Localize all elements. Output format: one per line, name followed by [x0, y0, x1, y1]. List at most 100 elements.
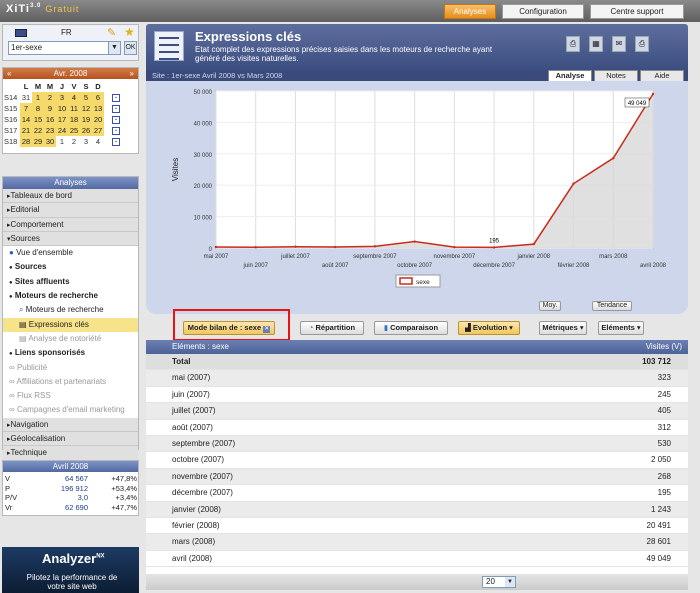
calendar-day[interactable]: 20	[92, 114, 104, 125]
language-label[interactable]: FR	[61, 28, 72, 37]
metriques-dropdown[interactable]: Métriques ▾	[539, 321, 587, 335]
sidebar-item[interactable]: ∞ Campagnes d'email marketing	[3, 403, 138, 418]
print-icon[interactable]: ⎙	[635, 36, 649, 52]
table-row[interactable]: septembre (2007) 530	[146, 435, 688, 453]
sidebar-item[interactable]: Editorial	[3, 203, 138, 218]
column-elements[interactable]: Eléments : sexe	[172, 340, 229, 354]
email-icon[interactable]: ✉	[612, 36, 626, 52]
sidebar-item[interactable]: ● Sources	[3, 260, 138, 275]
sidebar-item[interactable]: Comportement	[3, 217, 138, 232]
elements-dropdown[interactable]: Eléments ▾	[598, 321, 644, 335]
calendar-day[interactable]: 31	[20, 92, 32, 103]
calendar-day[interactable]: 5	[80, 92, 92, 103]
calendar-day[interactable]: 13	[92, 103, 104, 114]
calendar-day[interactable]: 10	[56, 103, 68, 114]
table-row[interactable]: octobre (2007) 2 050	[146, 452, 688, 469]
table-row[interactable]: décembre (2007) 195	[146, 485, 688, 502]
star-icon[interactable]: ★	[124, 25, 135, 39]
site-select[interactable]: 1er-sexe ▼	[8, 41, 121, 55]
calendar-day[interactable]: 12	[80, 103, 92, 114]
week-number[interactable]: S18	[4, 136, 20, 147]
sidebar-item[interactable]: Navigation	[3, 417, 138, 433]
ok-button[interactable]: OK	[124, 41, 137, 55]
calendar-day[interactable]: 4	[92, 136, 104, 147]
topnav-analyses[interactable]: Analyses	[444, 4, 496, 19]
calendar-day[interactable]: 11	[68, 103, 80, 114]
sidebar-item[interactable]: Tableaux de bord	[3, 189, 138, 204]
xiti-logo[interactable]: XiTi3.0 Gratuit	[6, 3, 79, 15]
table-row[interactable]: novembre (2007) 268	[146, 468, 688, 486]
calendar-day[interactable]: 8	[32, 103, 44, 114]
calendar-day[interactable]: 21	[20, 125, 32, 136]
calendar-day[interactable]: 14	[20, 114, 32, 125]
week-number[interactable]: S16	[4, 114, 20, 125]
calendar-day[interactable]: 30	[44, 136, 56, 147]
average-button[interactable]: Moy.	[539, 301, 561, 311]
calendar-day[interactable]: 1	[56, 136, 68, 147]
chevron-down-icon[interactable]: ▼	[108, 42, 120, 54]
calendar-day[interactable]: 29	[32, 136, 44, 147]
calendar-day[interactable]: 28	[20, 136, 32, 147]
calendar-day[interactable]: 6	[92, 92, 104, 103]
table-row[interactable]: août (2007) 312	[146, 420, 688, 436]
week-select-icon[interactable]: ▪	[112, 104, 120, 113]
calendar-day[interactable]: 16	[44, 114, 56, 125]
table-row[interactable]: juillet (2007) 405	[146, 403, 688, 420]
sidebar-item[interactable]: ● Moteurs de recherche	[3, 289, 138, 304]
comparaison-button[interactable]: ▮ Comparaison	[374, 321, 448, 335]
calendar-day[interactable]: 9	[44, 103, 56, 114]
evolution-button[interactable]: ▟ Evolution ▾	[458, 321, 520, 335]
calendar-day[interactable]: 27	[92, 125, 104, 136]
sidebar-item[interactable]: ▤ Analyse de notoriété	[3, 331, 138, 347]
sidebar-item[interactable]: ● Sites affluents	[3, 274, 138, 290]
next-month-button[interactable]: »	[130, 68, 134, 79]
sidebar-item[interactable]: ∞ Affiliations et partenariats	[3, 374, 138, 390]
sidebar-item[interactable]: ∞ Flux RSS	[3, 389, 138, 404]
calendar-day[interactable]: 1	[32, 92, 44, 103]
analyzer-ad[interactable]: AnalyzerNX Pilotez la performance de votr…	[2, 547, 139, 593]
calendar-day[interactable]: 25	[68, 125, 80, 136]
repartition-button[interactable]: ◔ Répartition	[300, 321, 364, 335]
calendar-day[interactable]: 17	[56, 114, 68, 125]
calendar-day[interactable]: 18	[68, 114, 80, 125]
calendar-day[interactable]: 2	[44, 92, 56, 103]
column-visites[interactable]: Visites (V)	[646, 340, 682, 354]
calendar-day[interactable]: 7	[20, 103, 32, 114]
trend-button[interactable]: Tendance	[592, 301, 632, 311]
week-number[interactable]: S14	[4, 92, 20, 103]
sidebar-item[interactable]: ∞ Publicité	[3, 360, 138, 375]
table-row[interactable]: avril (2008) 49 049	[146, 551, 688, 568]
calendar-day[interactable]: 23	[44, 125, 56, 136]
calendar-day[interactable]: 4	[68, 92, 80, 103]
table-row[interactable]: mai (2007) 323	[146, 370, 688, 387]
calendar-day[interactable]: 3	[56, 92, 68, 103]
sidebar-item[interactable]: Technique	[3, 446, 138, 461]
calendar-day[interactable]: 3	[80, 136, 92, 147]
sidebar-item[interactable]: ● Vue d'ensemble	[3, 246, 138, 261]
calendar-day[interactable]: 24	[56, 125, 68, 136]
calendar-day[interactable]: 15	[32, 114, 44, 125]
topnav-configuration[interactable]: Configuration	[502, 4, 584, 19]
sidebar-item[interactable]: ⌕ Moteurs de recherche	[3, 303, 138, 318]
page-size-select[interactable]: 20 ▼	[482, 576, 516, 588]
table-row[interactable]: juin (2007) 245	[146, 387, 688, 404]
calendar-day[interactable]: 2	[68, 136, 80, 147]
week-number[interactable]: S17	[4, 125, 20, 136]
week-select-icon[interactable]: ▪	[112, 126, 120, 135]
week-select-icon[interactable]: ▪	[112, 137, 120, 146]
sidebar-item[interactable]: Sources	[3, 231, 138, 247]
pdf-export-icon[interactable]: ⎙	[566, 36, 580, 52]
favorites-add-icon[interactable]: ✎	[107, 26, 116, 39]
calendar-day[interactable]: 22	[32, 125, 44, 136]
topnav-centre-support[interactable]: Centre support	[590, 4, 684, 19]
sidebar-item[interactable]: Géolocalisation	[3, 432, 138, 447]
table-row[interactable]: janvier (2008) 1 243	[146, 501, 688, 518]
week-select-icon[interactable]: ▪	[112, 115, 120, 124]
calendar-day[interactable]: 26	[80, 125, 92, 136]
table-row[interactable]: mars (2008) 28 601	[146, 534, 688, 551]
flag-icon[interactable]	[15, 29, 27, 37]
week-select-icon[interactable]: ▪	[112, 93, 120, 102]
table-row[interactable]: février (2008) 20 491	[146, 518, 688, 535]
sidebar-item[interactable]: ● Liens sponsorisés	[3, 346, 138, 361]
prev-month-button[interactable]: «	[7, 68, 11, 79]
